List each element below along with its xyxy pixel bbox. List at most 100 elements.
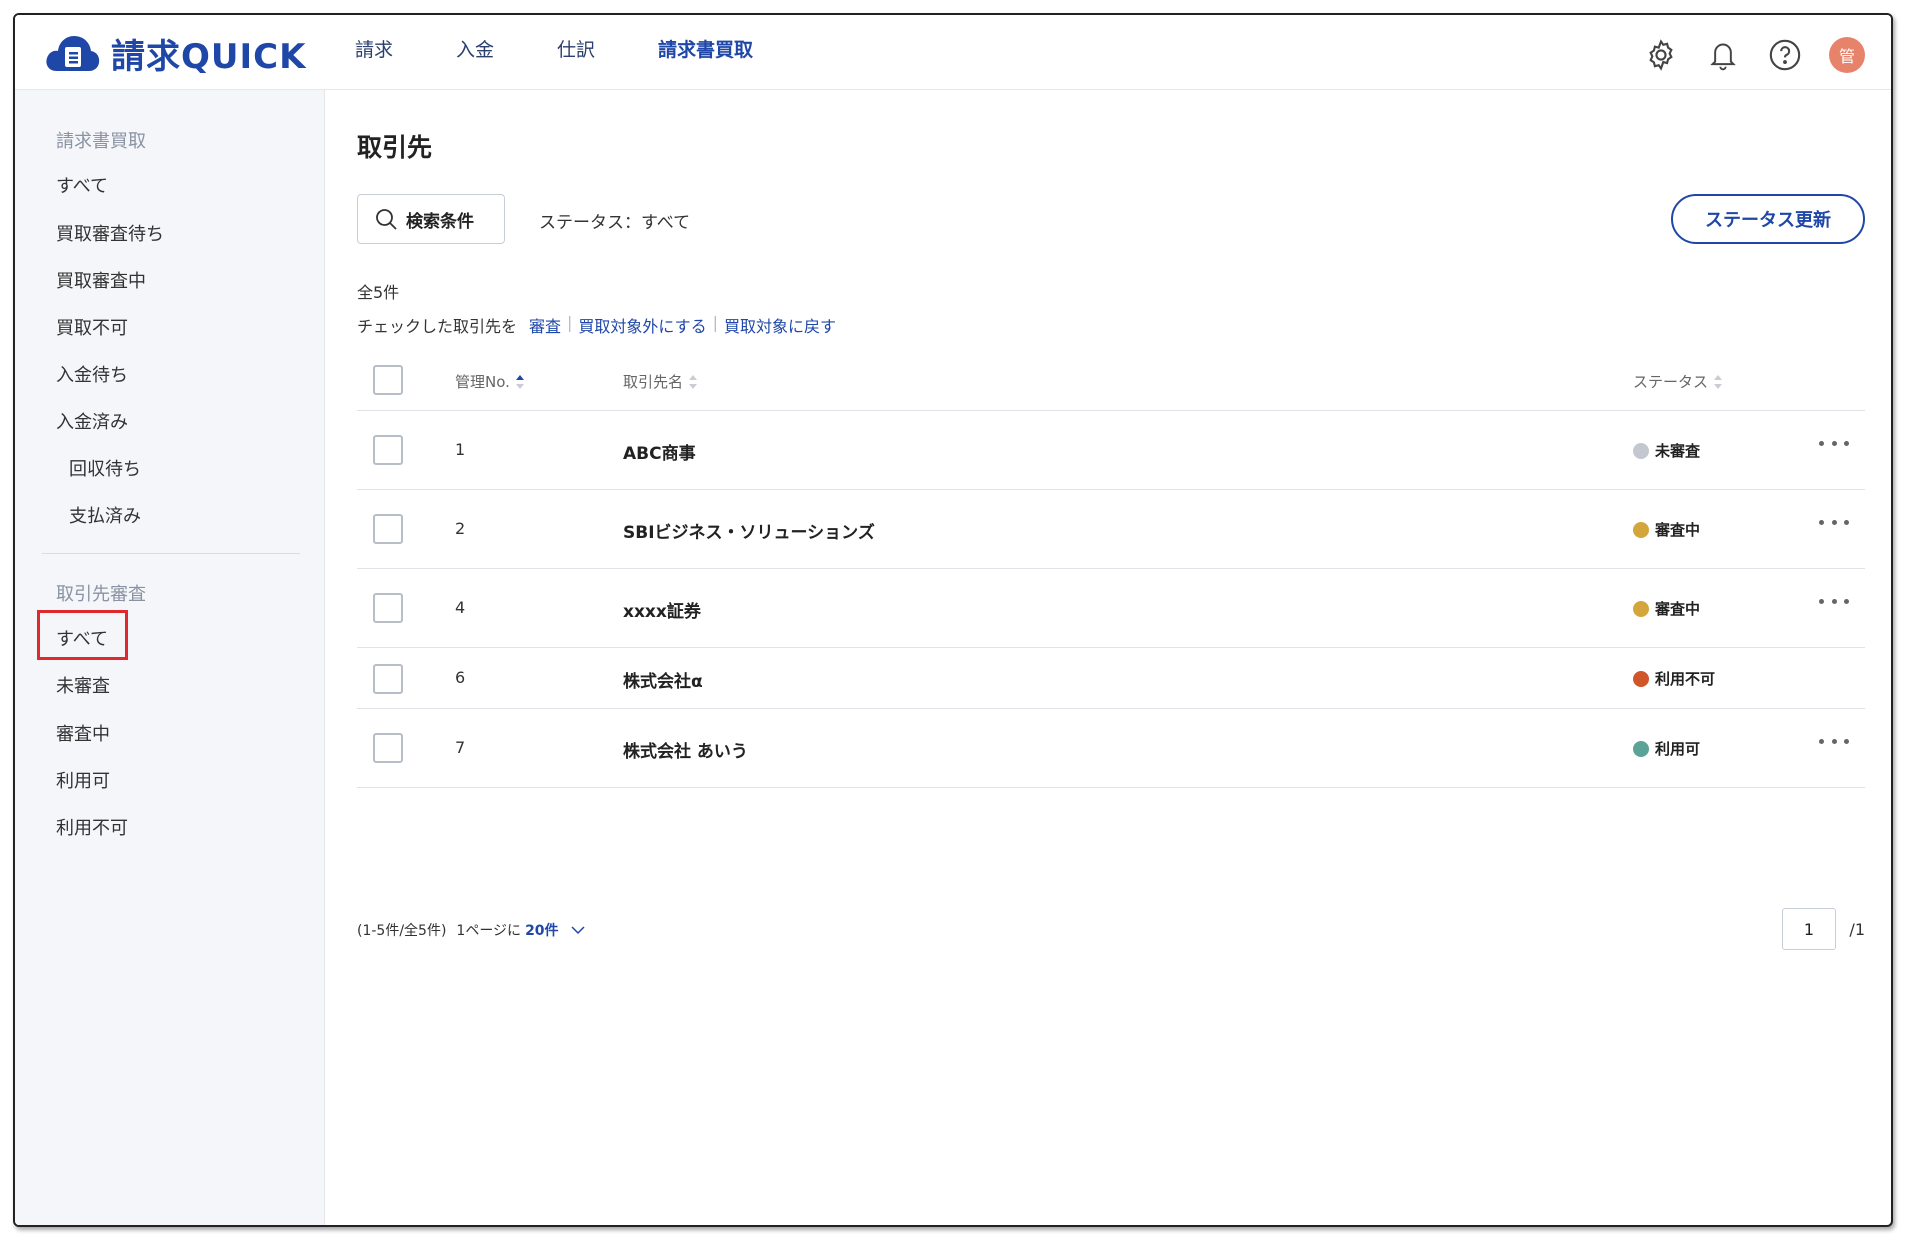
row-partner-name[interactable]: 株式会社 あいう xyxy=(623,737,748,762)
table-row[interactable]: 4 xxxx証券 審査中 xyxy=(357,569,1865,648)
status-badge: 未審査 xyxy=(1633,440,1700,461)
row-partner-name[interactable]: 株式会社α xyxy=(623,667,703,692)
sidebar-item-awaiting-payment[interactable]: 入金待ち xyxy=(56,361,128,387)
row-checkbox[interactable] xyxy=(373,435,403,465)
page-title: 取引先 xyxy=(357,133,433,162)
sort-icon xyxy=(689,374,698,389)
sidebar-item-purchase-pending[interactable]: 買取審査待ち xyxy=(56,220,164,246)
status-badge: 審査中 xyxy=(1633,598,1700,619)
bulk-actions: チェックした取引先を 審査 | 買取対象外にする | 買取対象に戻す xyxy=(357,313,836,337)
app-window: 請求QUICK 請求 入金 仕訳 請求書買取 管 請求書買取 すべて 買取審査待… xyxy=(13,13,1893,1227)
row-no: 7 xyxy=(455,738,466,757)
pagination-range: (1-5件/全5件) xyxy=(357,923,447,939)
per-page-select[interactable]: 20件 xyxy=(525,920,558,940)
status-label: 利用不可 xyxy=(1655,670,1716,688)
status-dot xyxy=(1633,442,1649,459)
bulk-restore-link[interactable]: 買取対象に戻す xyxy=(724,313,836,337)
sidebar-item-purchase-reviewing[interactable]: 買取審査中 xyxy=(56,267,146,293)
sidebar-item-awaiting-collection[interactable]: 回収待ち xyxy=(69,455,141,481)
help-icon[interactable] xyxy=(1765,35,1805,75)
sidebar-section-partner-review: 取引先審査 xyxy=(56,584,146,605)
table-row[interactable]: 6 株式会社α 利用不可 xyxy=(357,648,1865,709)
sidebar-item-review-all[interactable]: すべて xyxy=(56,625,108,651)
per-page-label: 1ページに xyxy=(456,923,522,939)
row-checkbox[interactable] xyxy=(373,733,403,763)
table-row[interactable]: 2 SBIビジネス・ソリューションズ 審査中 xyxy=(357,490,1865,569)
header-name-label: 取引先名 xyxy=(623,373,684,391)
app-name: 請求QUICK xyxy=(111,36,307,77)
sidebar-item-purchase-all[interactable]: すべて xyxy=(56,172,108,198)
table-header: 管理No. 取引先名 ステータス xyxy=(357,352,1865,411)
status-label: 利用可 xyxy=(1655,740,1701,758)
sidebar-item-under-review[interactable]: 審査中 xyxy=(56,720,110,746)
status-update-button[interactable]: ステータス更新 xyxy=(1671,194,1865,244)
sidebar: 請求書買取 すべて 買取審査待ち 買取審査中 買取不可 入金待ち 入金済み 回収… xyxy=(15,90,325,1225)
app-logo[interactable]: 請求QUICK xyxy=(43,31,307,77)
select-all-checkbox[interactable] xyxy=(373,365,403,395)
status-filter-text: ステータス：すべて xyxy=(539,213,691,233)
nav-item-invoice[interactable]: 請求 xyxy=(355,15,393,89)
search-conditions-button[interactable]: 検索条件 xyxy=(357,194,505,244)
more-menu-icon[interactable] xyxy=(1819,739,1849,749)
table-row[interactable]: 7 株式会社 あいう 利用可 xyxy=(357,709,1865,788)
status-label: 未審査 xyxy=(1655,442,1701,460)
row-checkbox[interactable] xyxy=(373,664,403,694)
nav-item-journal[interactable]: 仕訳 xyxy=(557,15,595,89)
sort-asc-icon xyxy=(515,374,524,389)
more-menu-icon[interactable] xyxy=(1819,441,1849,451)
current-page-input[interactable]: 1 xyxy=(1782,908,1836,950)
nav-item-payment[interactable]: 入金 xyxy=(456,15,494,89)
bulk-actions-lead: チェックした取引先を xyxy=(357,317,518,336)
header-actions: 管 xyxy=(1619,35,1865,75)
avatar[interactable]: 管 xyxy=(1829,37,1865,73)
partners-table: 管理No. 取引先名 ステータス 1 ABC商事 未審査 2 SBIビジネス・ソ… xyxy=(357,352,1865,788)
gear-icon[interactable] xyxy=(1641,35,1681,75)
status-badge: 利用可 xyxy=(1633,738,1700,759)
sidebar-item-purchase-rejected[interactable]: 買取不可 xyxy=(56,314,128,340)
more-menu-icon[interactable] xyxy=(1819,520,1849,530)
total-count: 全5件 xyxy=(357,283,400,302)
row-partner-name[interactable]: ABC商事 xyxy=(623,439,696,464)
sidebar-item-available[interactable]: 利用可 xyxy=(56,767,110,793)
header-status[interactable]: ステータス xyxy=(1633,371,1723,392)
separator: | xyxy=(712,313,718,332)
main-content: 取引先 検索条件 ステータス：すべて ステータス更新 全5件 チェックした取引先… xyxy=(325,90,1891,1225)
pagination-info: (1-5件/全5件) 1ページに 20件 xyxy=(357,920,585,940)
bell-icon[interactable] xyxy=(1703,35,1743,75)
separator: | xyxy=(567,313,573,332)
table-row[interactable]: 1 ABC商事 未審査 xyxy=(357,411,1865,490)
row-no: 6 xyxy=(455,668,466,687)
search-conditions-label: 検索条件 xyxy=(406,211,474,232)
more-menu-icon[interactable] xyxy=(1819,599,1849,609)
nav-item-invoice-purchase[interactable]: 請求書買取 xyxy=(658,15,753,89)
search-icon xyxy=(376,209,397,230)
row-no: 4 xyxy=(455,598,466,617)
status-dot xyxy=(1633,740,1649,757)
status-badge: 利用不可 xyxy=(1633,668,1715,689)
main-nav: 請求 入金 仕訳 請求書買取 xyxy=(355,15,816,89)
sidebar-item-unreviewed[interactable]: 未審査 xyxy=(56,672,110,698)
status-dot xyxy=(1633,600,1649,617)
header-no[interactable]: 管理No. xyxy=(455,371,524,392)
sidebar-item-paid[interactable]: 入金済み xyxy=(56,408,128,434)
sidebar-item-unavailable[interactable]: 利用不可 xyxy=(56,814,128,840)
status-label: 審査中 xyxy=(1655,521,1701,539)
chevron-down-icon[interactable] xyxy=(571,925,585,935)
status-dot xyxy=(1633,670,1649,687)
row-partner-name[interactable]: xxxx証券 xyxy=(623,597,701,622)
status-label: 審査中 xyxy=(1655,600,1701,618)
bulk-review-link[interactable]: 審査 xyxy=(529,313,561,337)
header-status-label: ステータス xyxy=(1633,373,1709,391)
header-no-label: 管理No. xyxy=(455,373,510,391)
row-no: 1 xyxy=(455,440,466,459)
status-badge: 審査中 xyxy=(1633,519,1700,540)
row-checkbox[interactable] xyxy=(373,593,403,623)
sidebar-item-settled[interactable]: 支払済み xyxy=(69,502,141,528)
row-partner-name[interactable]: SBIビジネス・ソリューションズ xyxy=(623,518,875,543)
row-checkbox[interactable] xyxy=(373,514,403,544)
bulk-exclude-link[interactable]: 買取対象外にする xyxy=(578,313,706,337)
logo-cloud-icon xyxy=(46,36,100,71)
row-no: 2 xyxy=(455,519,466,538)
sidebar-divider xyxy=(42,553,300,554)
header-name[interactable]: 取引先名 xyxy=(623,371,698,392)
